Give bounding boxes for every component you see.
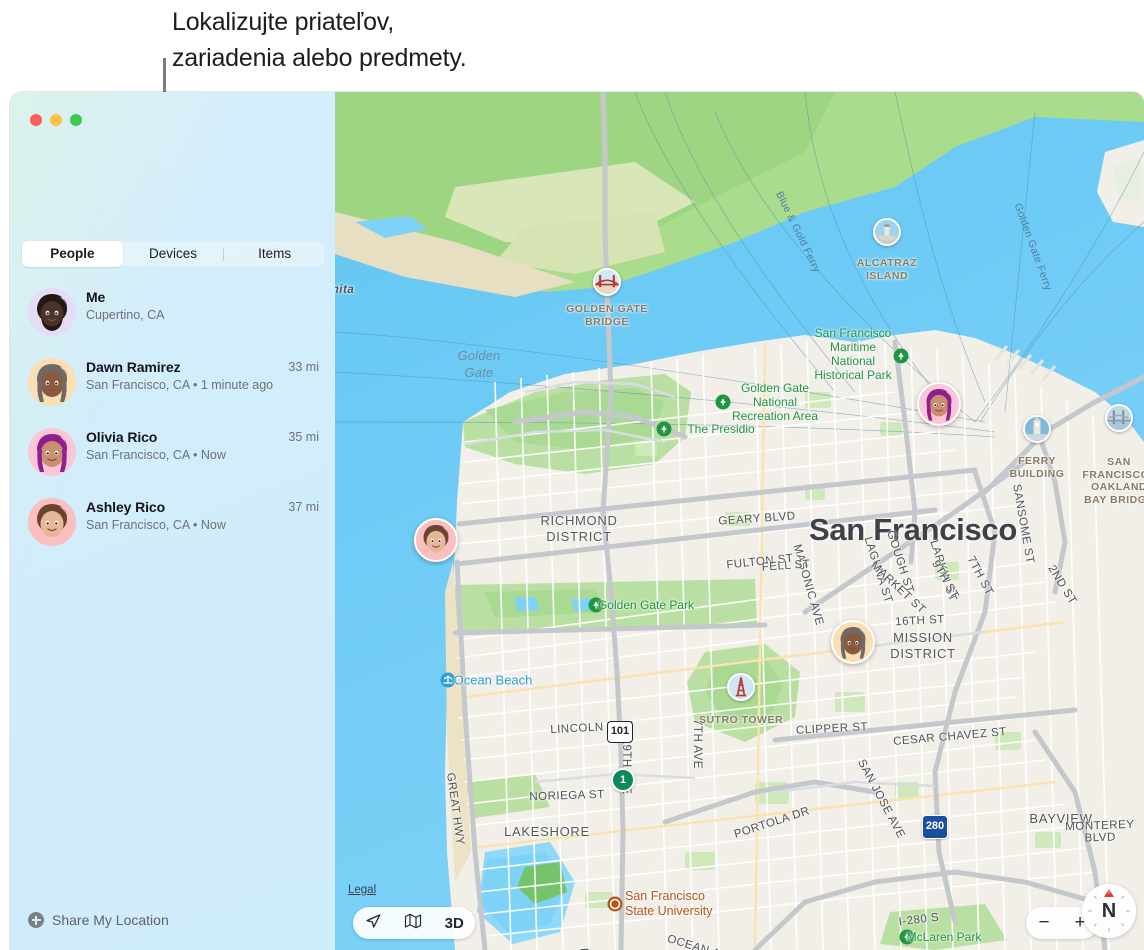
map-person-pin[interactable] [414,518,458,562]
person-text: Olivia Rico San Francisco, CA • Now [86,428,282,463]
compass-control[interactable]: N [1082,884,1136,938]
avatar [28,358,76,406]
close-button[interactable] [30,114,42,126]
university-marker-icon [607,896,623,912]
tab-items[interactable]: Items [224,241,325,267]
poi-marker-icon [873,218,901,246]
map-type-icon[interactable] [404,912,422,935]
person-row[interactable]: Olivia Rico San Francisco, CA • Now 35 mi [10,428,335,476]
avatar [28,288,76,336]
person-location: San Francisco, CA • Now [86,518,226,532]
locate-icon[interactable] [364,912,382,935]
map-canvas [335,92,1144,950]
poi-marker-icon [727,673,755,701]
person-name: Me [86,289,106,305]
map-person-pin[interactable] [917,382,961,426]
person-row[interactable]: Dawn Ramirez San Francisco, CA • 1 minute… [10,358,335,406]
map-3d-toggle[interactable]: 3D [445,915,464,932]
park-marker-icon [656,421,672,437]
person-location: San Francisco, CA • 1 minute ago [86,378,274,392]
avatar [28,498,76,546]
tab-people[interactable]: People [22,241,123,267]
legal-link[interactable]: Legal [348,884,376,896]
zoom-out-button[interactable]: − [1038,912,1049,934]
map-mode-controls: 3D [353,907,475,939]
person-distance: 37 mi [288,500,319,514]
person-text: Dawn Ramirez San Francisco, CA • 1 minute… [86,358,282,393]
map-view[interactable]: San Francisco RICHMOND DISTRICT MISSION D… [335,92,1144,950]
highway-shield-us: 101 [607,721,633,743]
compass-ticks-icon [1088,890,1130,932]
person-distance [313,288,319,290]
person-name: Ashley Rico [86,499,166,515]
person-name: Olivia Rico [86,429,158,445]
person-location: Cupertino, CA [86,308,165,322]
park-marker-icon [899,929,915,945]
poi-marker-icon [1105,404,1133,432]
minimize-button[interactable] [50,114,62,126]
share-my-location-button[interactable]: Share My Location [28,912,169,928]
person-location: San Francisco, CA • Now [86,448,226,462]
plus-circle-icon [28,912,44,928]
people-list: Me Cupertino, CA Dawn Ramirez San Francisc… [10,288,335,568]
person-row[interactable]: Ashley Rico San Francisco, CA • Now 37 mi [10,498,335,546]
person-row[interactable]: Me Cupertino, CA [10,288,335,336]
map-person-pin[interactable] [831,620,875,664]
share-my-location-label: Share My Location [52,912,169,928]
person-text: Ashley Rico San Francisco, CA • Now [86,498,282,533]
traffic-lights [30,114,82,126]
person-distance: 35 mi [288,430,319,444]
find-my-window: People Devices Items Me Cupertino, CA Daw… [10,92,1144,950]
highway-shield-i: 280 [922,815,948,839]
avatar [28,428,76,476]
highway-shield-ca: 1 [611,768,635,792]
zoom-button[interactable] [70,114,82,126]
tab-devices[interactable]: Devices [123,241,224,267]
callout-text: Lokalizujte priateľov, zariadenia alebo … [172,8,467,72]
person-distance: 33 mi [288,360,319,374]
poi-marker-icon [593,268,621,296]
person-name: Dawn Ramirez [86,359,181,375]
person-text: Me Cupertino, CA [86,288,313,323]
sidebar: People Devices Items Me Cupertino, CA Daw… [10,92,335,950]
park-marker-icon [588,597,604,613]
park-marker-icon [715,394,731,410]
tab-segmented-control: People Devices Items [22,241,325,267]
park-marker-icon [893,348,909,364]
beach-marker-icon [440,672,456,688]
poi-marker-icon [1023,415,1051,443]
